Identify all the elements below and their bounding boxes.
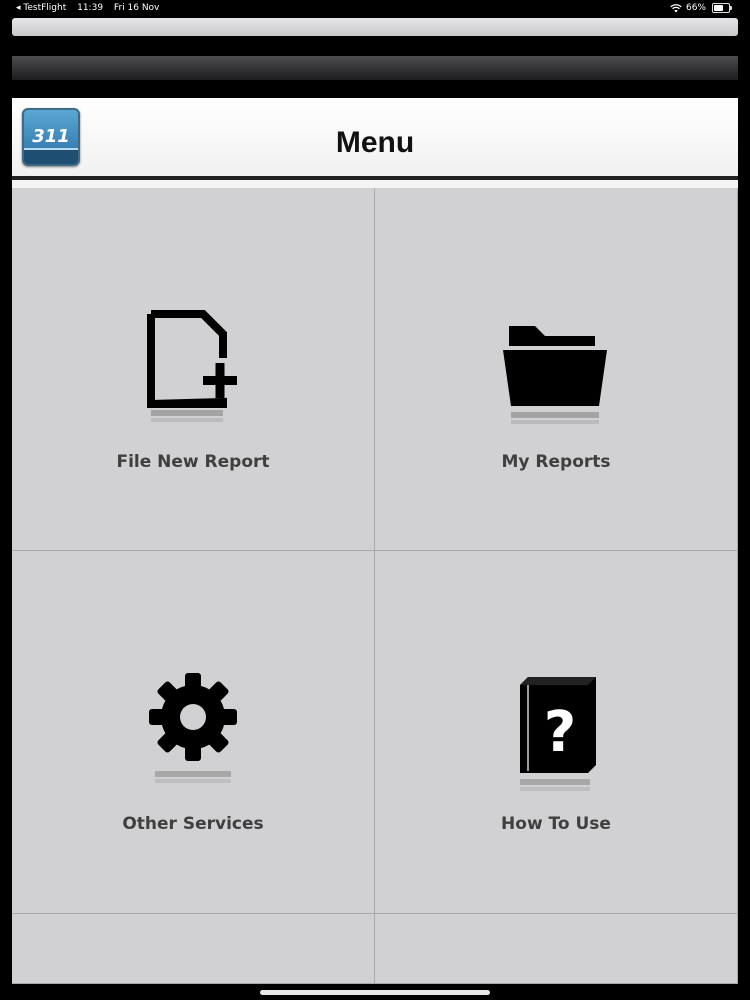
menu-item-file-new-report[interactable]: File New Report [12,188,375,551]
wifi-icon [670,3,682,12]
toolbar-strip [12,56,738,80]
menu-item-empty [12,914,375,984]
status-bar: ◂ TestFlight 11:39 Fri 16 Nov 66% [0,0,750,16]
app-header: 311 Menu [12,98,738,180]
menu-item-label: File New Report [116,452,270,472]
menu-item-label: My Reports [501,452,611,472]
battery-icon [712,3,732,13]
status-date: Fri 16 Nov [113,3,160,13]
file-add-icon [147,310,237,422]
help-book-icon: ? [520,677,596,791]
page-title: Menu [335,126,415,159]
gear-icon [149,673,237,783]
battery-percent: 66% [685,3,706,13]
svg-text:?: ? [544,700,576,765]
menu-grid: File New Report My Reports Other Service… [12,188,738,984]
status-time: 11:39 [77,3,104,13]
home-indicator[interactable] [260,990,490,995]
menu-item-other-services[interactable]: Other Services [12,551,375,914]
menu-item-how-to-use[interactable]: ? How To Use [375,551,738,914]
folder-icon [503,326,607,424]
header-divider [12,180,738,188]
menu-item-label: How To Use [501,814,611,834]
back-to-app-link[interactable]: ◂ TestFlight [16,3,66,13]
menu-item-my-reports[interactable]: My Reports [375,188,738,551]
menu-item-empty [375,914,738,984]
address-bar [12,18,738,36]
menu-item-label: Other Services [122,814,264,834]
